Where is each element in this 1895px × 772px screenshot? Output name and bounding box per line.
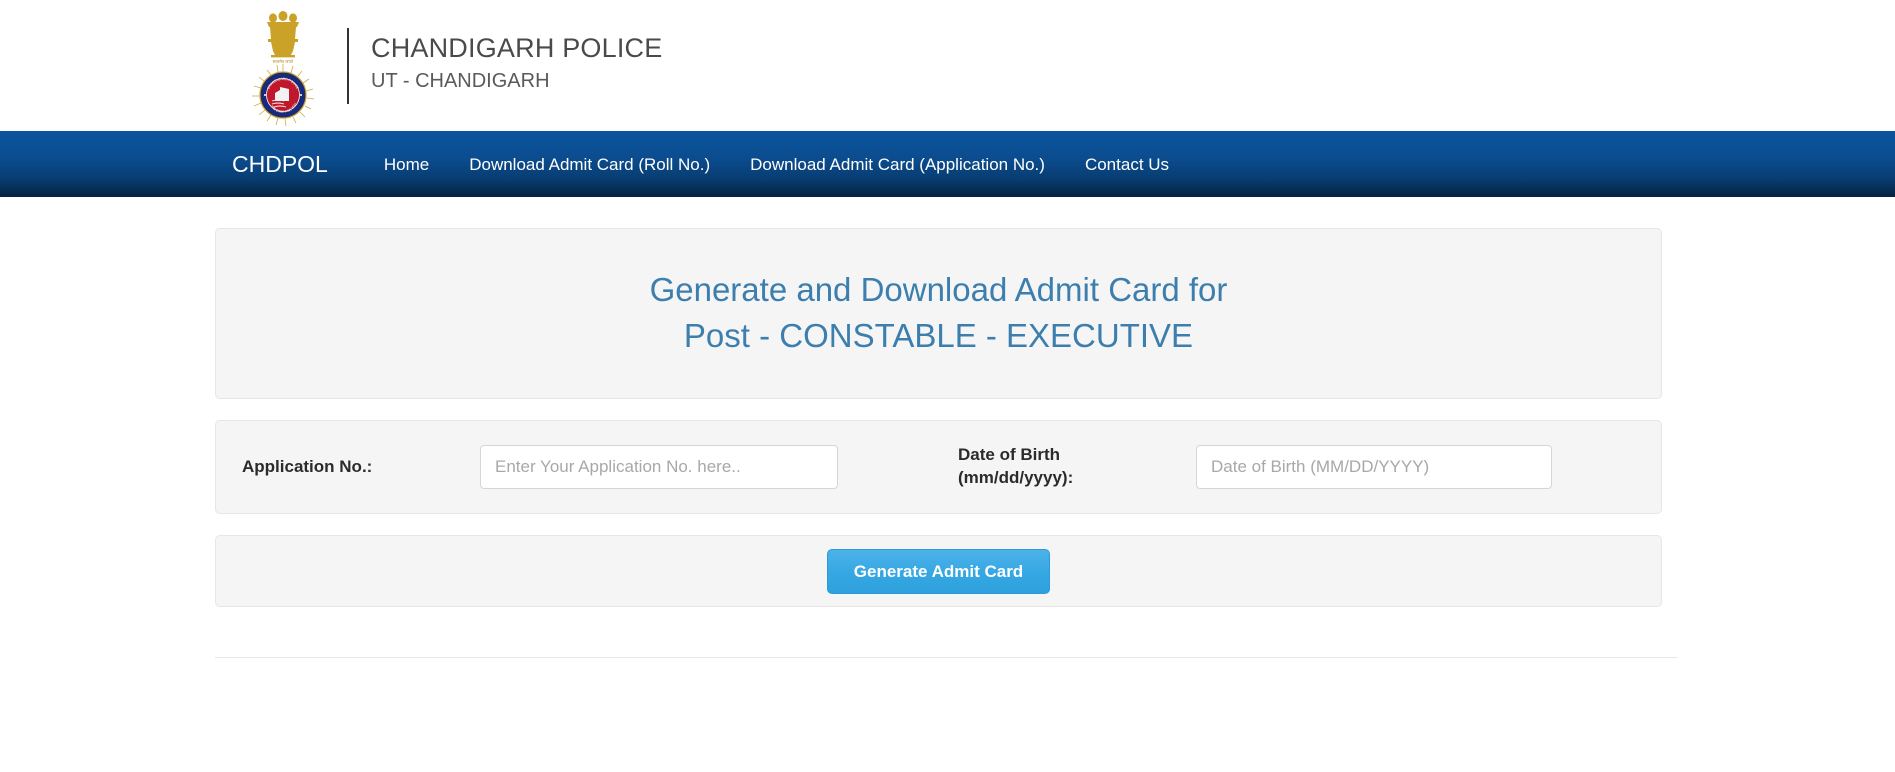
content-container: Generate and Download Admit Card for Pos… <box>215 228 1662 608</box>
date-of-birth-field-group: Date of Birth (mm/dd/yyyy): <box>958 444 1552 490</box>
date-of-birth-input[interactable] <box>1196 445 1552 490</box>
header-inner: सत्यमेव जयते CHANDIGARH POLICE WE CARE F… <box>0 0 1895 131</box>
nav-item-contact-us[interactable]: Contact Us <box>1065 156 1189 173</box>
nav-list: Home Download Admit Card (Roll No.) Down… <box>364 156 1189 173</box>
page-title-line-2: Post - CONSTABLE - EXECUTIVE <box>683 316 1194 354</box>
generate-admit-card-button[interactable]: Generate Admit Card <box>826 548 1051 594</box>
main-content: Generate and Download Admit Card for Pos… <box>0 228 1895 659</box>
submit-panel: Generate Admit Card <box>215 535 1662 608</box>
date-of-birth-label-line-1: Date of Birth <box>958 445 1060 465</box>
main-navigation-bar: CHDPOL Home Download Admit Card (Roll No… <box>0 131 1895 197</box>
site-header: सत्यमेव जयते CHANDIGARH POLICE WE CARE F… <box>0 0 1895 131</box>
national-emblem-and-police-badge-icon: सत्यमेव जयते CHANDIGARH POLICE WE CARE F… <box>237 3 329 128</box>
application-no-label: Application No.: <box>242 456 373 476</box>
header-titles: CHANDIGARH POLICE UT - CHANDIGARH <box>371 31 662 101</box>
date-of-birth-label: Date of Birth (mm/dd/yyyy): <box>958 444 1196 490</box>
organization-subtitle: UT - CHANDIGARH <box>371 70 550 93</box>
date-of-birth-label-line-2: (mm/dd/yyyy): <box>958 468 1074 488</box>
organization-name: CHANDIGARH POLICE <box>371 32 663 63</box>
nav-brand-chdpol[interactable]: CHDPOL <box>232 152 328 176</box>
application-no-input[interactable] <box>480 445 838 490</box>
header-divider <box>347 27 349 104</box>
nav-item-download-admit-card-roll-no[interactable]: Download Admit Card (Roll No.) <box>449 156 730 173</box>
application-no-field-group: Application No.: <box>242 445 958 490</box>
nav-item-download-admit-card-application-no[interactable]: Download Admit Card (Application No.) <box>730 156 1065 173</box>
nav-item-home[interactable]: Home <box>364 156 449 173</box>
svg-text:सत्यमेव जयते: सत्यमेव जयते <box>273 59 294 64</box>
footer-divider <box>215 657 1678 659</box>
page-title-panel: Generate and Download Admit Card for Pos… <box>215 228 1662 400</box>
page-title-line-1: Generate and Download Admit Card for <box>649 271 1228 308</box>
admit-card-form-panel: Application No.: Date of Birth (mm/dd/yy… <box>215 420 1662 515</box>
